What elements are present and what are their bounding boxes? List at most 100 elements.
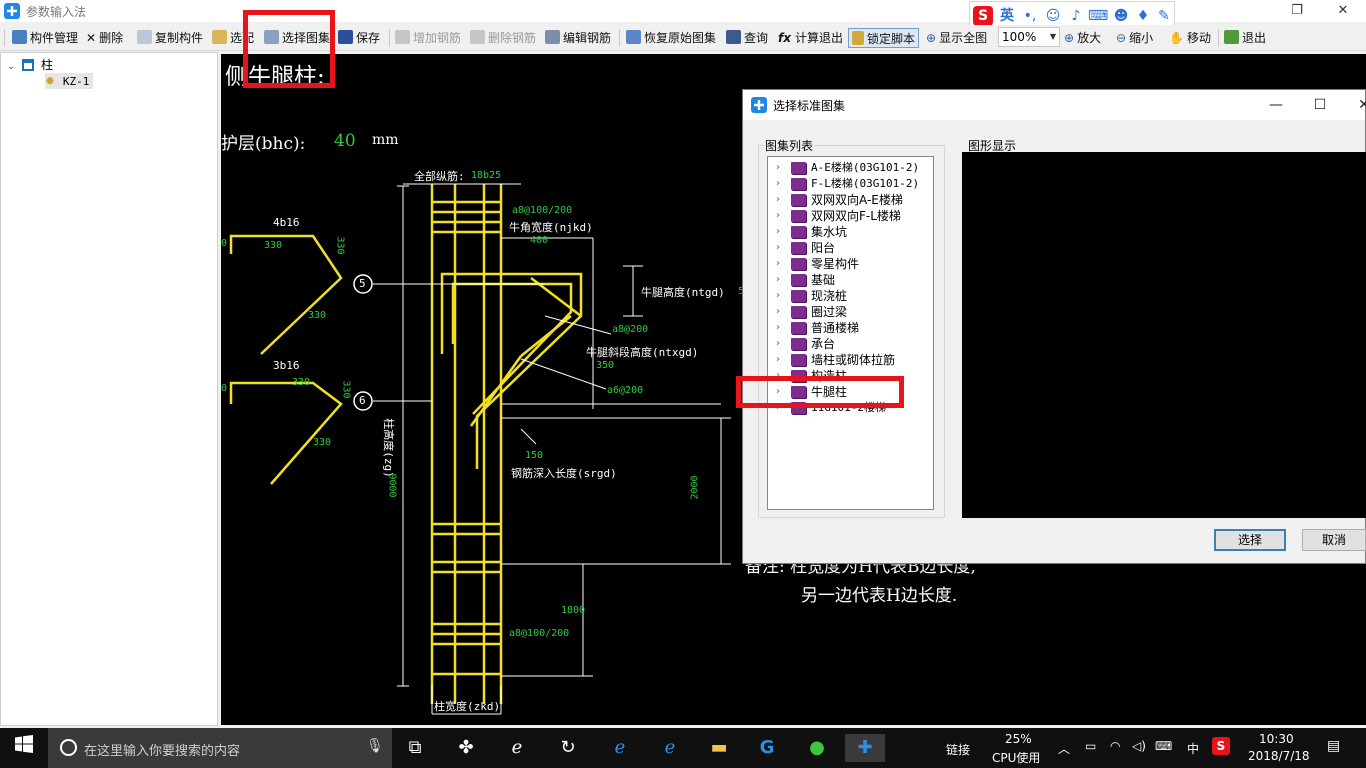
taskbar-search-box[interactable]: 在这里输入你要搜索的内容 🎙 [48,728,392,768]
atlas-list-item[interactable]: › 零星构件 [768,256,933,272]
volume-icon[interactable]: ◁) [1132,739,1146,753]
restore-button[interactable]: ❐ [1274,0,1320,22]
windows-start-icon[interactable] [10,734,38,762]
atlas-list-item[interactable]: › 双网双向F-L楼梯 [768,208,933,224]
cancel-button[interactable]: 取消 [1302,529,1366,551]
dialog-maximize-button[interactable]: ☐ [1305,94,1335,116]
delete-rebar-button[interactable]: 删除钢筋 [470,28,536,48]
dialog-close-button[interactable]: ✕ [1349,94,1366,116]
ime-lang-toggle[interactable]: 英 [997,6,1017,26]
atlas-list-item[interactable]: › F-L楼梯(03G101-2) [768,176,933,192]
atlas-list[interactable]: › A-E楼梯(03G101-2) › F-L楼梯(03G101-2) › 双网双向A-E… [767,156,934,510]
col-height-value[interactable]: 9000 [387,473,398,497]
slope-height-value[interactable]: 350 [596,360,614,371]
tree-node-column[interactable]: ⌄ 柱 [7,57,53,73]
spiral-app-icon[interactable]: ↻ [554,734,582,762]
microphone-icon[interactable]: ♪ [1066,6,1086,26]
dim-2000[interactable]: 2000 [690,475,701,499]
network-icon[interactable]: ▭ [1085,739,1096,753]
atlas-list-item[interactable]: › 集水坑 [768,224,933,240]
expand-chevron-icon[interactable]: › [776,224,780,240]
query-button[interactable]: 查询 [726,28,768,48]
cover-value[interactable]: 40 [334,131,356,151]
clock-date[interactable]: 2018/7/18 [1248,749,1310,763]
sogou-tray-icon[interactable]: S [1212,737,1230,755]
green-app-icon[interactable]: ● [803,734,831,762]
expand-chevron-icon[interactable]: › [776,320,780,336]
expand-chevron-icon[interactable]: › [776,208,780,224]
dialog-minimize-button[interactable]: — [1261,94,1291,116]
link-label[interactable]: 链接 [946,741,970,758]
edge-icon[interactable]: ℯ [606,734,634,762]
bar2-left[interactable]: 0 [221,383,227,394]
copy-component-button[interactable]: 复制构件 [137,28,203,48]
punctuation-icon[interactable]: •, [1020,6,1040,26]
fan-app-icon[interactable]: ✤ [452,734,480,762]
dim-1800[interactable]: 1800 [561,605,585,616]
zoom-in-button[interactable]: ⊕ 放大 [1064,28,1101,48]
expand-chevron-icon[interactable]: › [776,336,780,352]
keyboard-tray-icon[interactable]: ⌨ [1155,739,1172,753]
expand-chevron-icon[interactable]: › [776,192,780,208]
all-long-bar-value[interactable]: 18b25 [471,170,501,181]
stirrup-bottom[interactable]: a8@100/200 [509,628,569,639]
calc-exit-button[interactable]: fx 计算退出 [778,28,843,48]
ime-lang-indicator[interactable]: 中 [1187,740,1199,757]
keyboard-icon[interactable]: ⌨ [1088,6,1108,26]
delete-button[interactable]: ✕ 删除 [86,28,123,48]
expand-chevron-icon[interactable]: › [776,272,780,288]
wifi-icon[interactable]: ◠ [1110,739,1120,753]
exit-button[interactable]: 退出 [1224,28,1266,48]
wrench-icon[interactable]: ✎ [1154,6,1174,26]
rebar-app-taskbar-icon[interactable]: ✚ [845,734,885,762]
atlas-list-item[interactable]: › 双网双向A-E楼梯 [768,192,933,208]
task-view-icon[interactable]: ⧉ [401,734,429,762]
clock-time[interactable]: 10:30 [1259,732,1294,746]
glodon-app-icon[interactable]: G [753,734,781,762]
expand-chevron-icon[interactable]: › [776,240,780,256]
show-all-button[interactable]: ⊕ 显示全图 [926,28,987,48]
sogou-logo-icon[interactable]: S [973,6,993,26]
anchor-value[interactable]: 150 [525,450,543,461]
bar1-seg-c[interactable]: 330 [308,310,326,321]
notification-icon[interactable]: ▤ [1327,738,1340,754]
bar2-seg-b[interactable]: 330 [341,380,352,398]
ie-icon[interactable]: ℯ [503,734,531,762]
component-mgmt-button[interactable]: 构件管理 [12,28,78,48]
bar1-seg-a[interactable]: 330 [264,240,282,251]
atlas-list-item[interactable]: › 圈过梁 [768,304,933,320]
bar2-seg-a[interactable]: 330 [292,377,310,388]
lock-script-button[interactable]: 锁定脚本 [848,28,920,48]
close-button[interactable]: ✕ [1320,0,1366,22]
file-explorer-icon[interactable]: ▬ [705,734,733,762]
zoom-out-button[interactable]: ⊖ 缩小 [1116,28,1153,48]
restore-atlas-button[interactable]: 恢复原始图集 [626,28,716,48]
edit-rebar-button[interactable]: 编辑钢筋 [545,28,611,48]
expand-chevron-icon[interactable]: › [776,160,780,176]
skin-icon[interactable]: ♦ [1133,6,1153,26]
collapse-chevron-icon[interactable]: ⌄ [7,61,15,72]
expand-chevron-icon[interactable]: › [776,352,780,368]
save-button[interactable]: 保存 [338,28,380,48]
emoji-icon[interactable]: ☺ [1043,6,1063,26]
user-icon[interactable]: ☻ [1111,6,1131,26]
bar1-left[interactable]: 0 [221,238,227,249]
tray-expand-icon[interactable]: ︿ [1058,740,1070,757]
atlas-list-item[interactable]: › 承台 [768,336,933,352]
atlas-list-item[interactable]: › 现浇桩 [768,288,933,304]
expand-chevron-icon[interactable]: › [776,288,780,304]
ie-blue-icon[interactable]: ℯ [656,734,684,762]
zoom-select[interactable]: 100% ▼ [998,27,1060,47]
expand-chevron-icon[interactable]: › [776,176,780,192]
atlas-list-item[interactable]: › 普通楼梯 [768,320,933,336]
atlas-list-item[interactable]: › A-E楼梯(03G101-2) [768,160,933,176]
add-rebar-button[interactable]: 增加钢筋 [395,28,461,48]
tree-node-kz1[interactable]: ✹ KZ-1 [45,73,94,89]
atlas-list-item[interactable]: › 阳台 [768,240,933,256]
stirrup-a6[interactable]: a6@200 [607,385,643,396]
stirrup-top[interactable]: a8@100/200 [512,205,572,216]
move-button[interactable]: ✋ 移动 [1169,28,1211,48]
expand-chevron-icon[interactable]: › [776,256,780,272]
select-button[interactable]: 选择 [1214,529,1286,551]
atlas-list-item[interactable]: › 基础 [768,272,933,288]
